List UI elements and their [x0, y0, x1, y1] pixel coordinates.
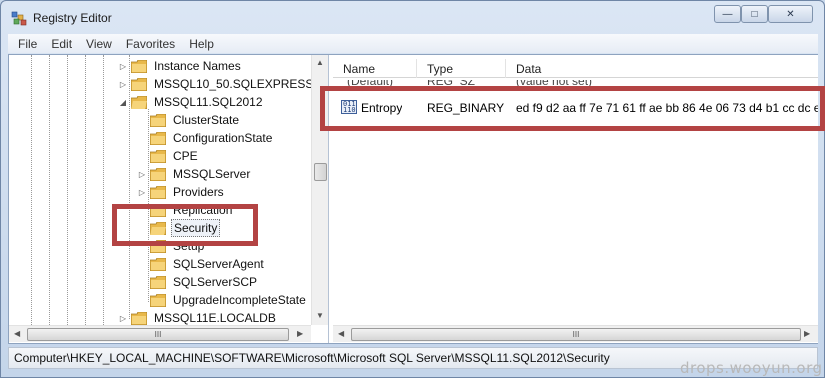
title-bar[interactable]: Registry Editor — □ ✕ — [1, 1, 824, 33]
tree-item-label: MSSQL11.SQL2012 — [154, 95, 263, 109]
list-horizontal-scrollbar[interactable]: ◀ III ▶ — [333, 325, 818, 342]
expander-placeholder — [136, 258, 148, 270]
tree-horizontal-scrollbar[interactable]: ◀ III ▶ — [9, 325, 311, 342]
column-header-label: Type — [427, 61, 454, 76]
expander-placeholder — [136, 132, 148, 144]
scroll-grip-icon: III — [154, 330, 162, 339]
column-header-label: Data — [516, 61, 542, 76]
minimize-icon: — — [722, 8, 733, 20]
tree-item-mssqlserver[interactable]: ▷ MSSQLServer — [136, 165, 252, 183]
folder-icon — [150, 113, 166, 127]
tree-item-mssql11-sql2012[interactable]: ◢ MSSQL11.SQL2012 — [117, 93, 265, 111]
folder-icon — [131, 311, 147, 325]
tree-item-label: SQLServerAgent — [173, 257, 264, 271]
tree-vertical-scroll-thumb[interactable] — [314, 163, 327, 181]
scroll-up-icon[interactable]: ▲ — [316, 58, 324, 67]
expander-placeholder — [136, 150, 148, 162]
tree-item-label: CPE — [173, 149, 198, 163]
expand-arrow-icon[interactable]: ▷ — [136, 186, 148, 198]
window-title: Registry Editor — [33, 11, 112, 25]
expand-arrow-icon[interactable]: ▷ — [117, 60, 129, 72]
folder-icon — [150, 293, 166, 307]
tree-item-label: ConfigurationState — [173, 131, 273, 145]
tree-item-sqlserveragent[interactable]: SQLServerAgent — [136, 255, 266, 273]
folder-icon — [131, 77, 147, 91]
tree-item-cpe[interactable]: CPE — [136, 147, 200, 165]
tree-item-mssql10-50-sqlexpress[interactable]: ▷ MSSQL10_50.SQLEXPRESS — [117, 75, 315, 93]
registry-editor-window: Registry Editor — □ ✕ File Edit View Fav… — [0, 0, 825, 378]
maximize-button[interactable]: □ — [741, 5, 768, 23]
tree-item-sqlserverscp[interactable]: SQLServerSCP — [136, 273, 259, 291]
tree-item-clusterstate[interactable]: ClusterState — [136, 111, 241, 129]
tree-item-upgradeincompletestate[interactable]: UpgradeIncompleteState — [136, 291, 308, 309]
tree-item-label: MSSQL10_50.SQLEXPRESS — [154, 77, 314, 91]
tree-item-label: Instance Names — [154, 59, 241, 73]
scroll-right-icon[interactable]: ▶ — [804, 329, 810, 338]
tree-item-instance-names[interactable]: ▷ Instance Names — [117, 57, 243, 75]
close-icon: ✕ — [786, 8, 795, 20]
tree-item-configurationstate[interactable]: ConfigurationState — [136, 129, 274, 147]
folder-icon — [150, 167, 166, 181]
menu-view[interactable]: View — [86, 37, 112, 51]
folder-icon — [131, 59, 147, 73]
expander-placeholder — [136, 294, 148, 306]
minimize-button[interactable]: — — [714, 5, 741, 23]
menu-file[interactable]: File — [18, 37, 37, 51]
tree-item-label: MSSQL11E.LOCALDB — [154, 311, 276, 325]
scroll-grip-icon: III — [572, 330, 580, 339]
folder-icon — [150, 275, 166, 289]
scroll-right-icon[interactable]: ▶ — [297, 329, 303, 338]
column-header-data[interactable]: Data — [506, 59, 818, 78]
tree-item-label: MSSQLServer — [173, 167, 251, 181]
collapse-arrow-icon[interactable]: ◢ — [117, 96, 129, 108]
tree-item-providers[interactable]: ▷ Providers — [136, 183, 226, 201]
column-header-label: Name — [343, 61, 376, 76]
tree-item-label: UpgradeIncompleteState — [173, 293, 306, 307]
expand-arrow-icon[interactable]: ▷ — [136, 168, 148, 180]
maximize-icon: □ — [751, 8, 758, 20]
column-header-name[interactable]: Name — [333, 59, 417, 78]
tree-item-label: Providers — [173, 185, 224, 199]
folder-icon — [150, 131, 166, 145]
expand-arrow-icon[interactable]: ▷ — [117, 312, 129, 324]
menu-edit[interactable]: Edit — [51, 37, 72, 51]
registry-tree[interactable]: ▷ Instance Names ▷ MSSQL10_50.SQLEXPRESS… — [9, 55, 329, 343]
menu-bar: File Edit View Favorites Help — [8, 34, 818, 53]
tree-item-label: ClusterState — [173, 113, 240, 127]
folder-icon — [150, 185, 166, 199]
expander-placeholder — [136, 276, 148, 288]
expander-placeholder — [136, 114, 148, 126]
tree-item-label: SQLServerSCP — [173, 275, 258, 289]
menu-help[interactable]: Help — [189, 37, 214, 51]
close-button[interactable]: ✕ — [768, 5, 813, 23]
registry-path: Computer\HKEY_LOCAL_MACHINE\SOFTWARE\Mic… — [14, 351, 610, 365]
folder-icon — [150, 257, 166, 271]
list-horizontal-scroll-thumb[interactable]: III — [351, 328, 801, 341]
list-header: Name Type Data — [333, 59, 818, 78]
folder-icon — [150, 149, 166, 163]
tree-horizontal-scroll-thumb[interactable]: III — [27, 328, 289, 341]
menu-favorites[interactable]: Favorites — [126, 37, 175, 51]
annotation-highlight-entropy — [320, 86, 825, 131]
registry-editor-icon — [10, 9, 28, 27]
scroll-down-icon[interactable]: ▼ — [316, 311, 324, 320]
column-header-type[interactable]: Type — [417, 59, 506, 78]
scroll-left-icon[interactable]: ◀ — [338, 329, 344, 338]
folder-open-icon — [131, 95, 147, 109]
expand-arrow-icon[interactable]: ▷ — [117, 78, 129, 90]
scroll-left-icon[interactable]: ◀ — [14, 329, 20, 338]
watermark: drops.wooyun.org — [680, 359, 823, 377]
annotation-highlight-security — [112, 204, 258, 246]
